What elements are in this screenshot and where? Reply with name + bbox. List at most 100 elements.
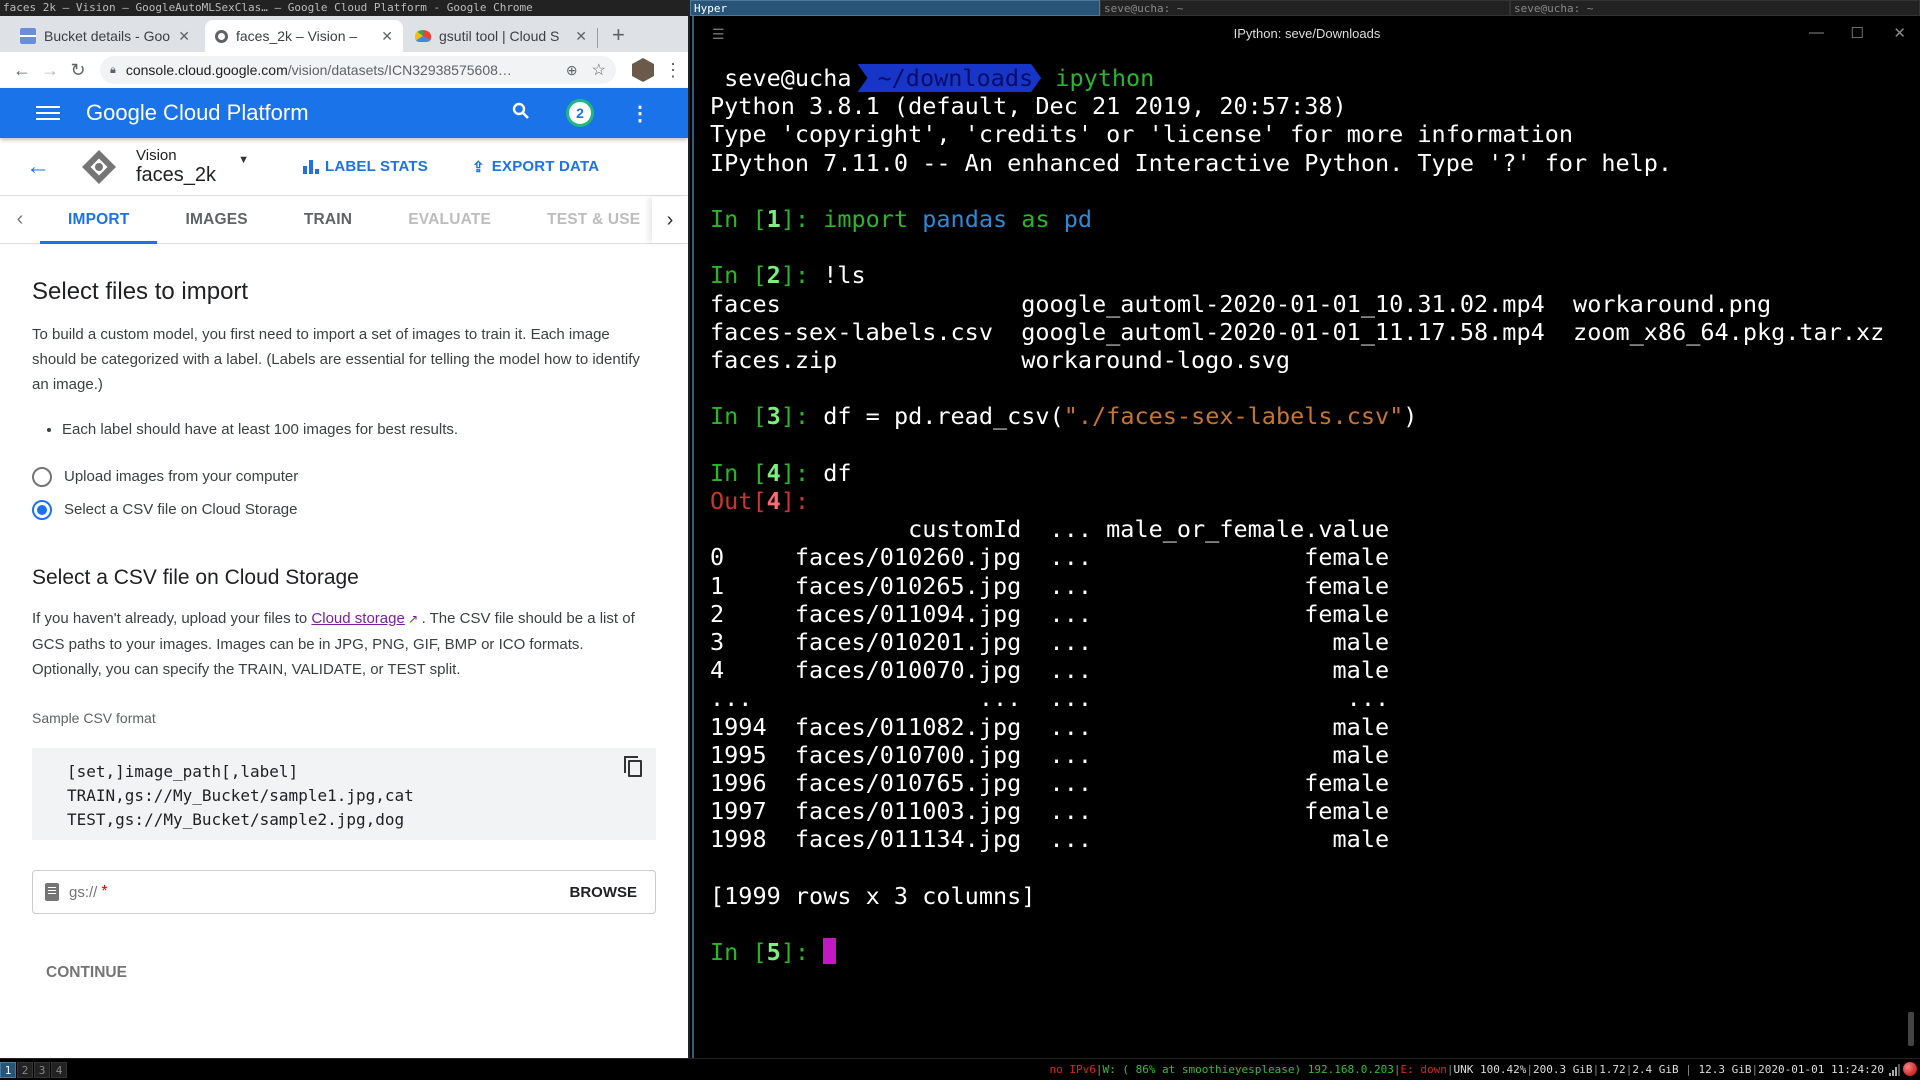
- label-stats-button[interactable]: LABEL STATS: [302, 158, 428, 175]
- minimize-icon[interactable]: —: [1809, 24, 1824, 41]
- dataset-tabs: ‹ IMPORT IMAGES TRAIN EVALUATE TEST & US…: [0, 196, 688, 244]
- terminal-scrollbar[interactable]: [1908, 1012, 1914, 1046]
- search-icon[interactable]: [512, 102, 536, 125]
- workspace-1[interactable]: 1: [0, 1062, 16, 1078]
- label-guidance-bullet: Each label should have at least 100 imag…: [62, 421, 656, 438]
- import-source-radio-group: Upload images from your computer Select …: [32, 460, 656, 526]
- terminal-cursor: [823, 938, 837, 965]
- dataset-bar: ← Vision faces_2k ▼ LABEL STATS ⇪ EXPORT…: [0, 138, 688, 196]
- workspace-3[interactable]: 3: [34, 1062, 50, 1078]
- workspace-2[interactable]: 2: [17, 1062, 33, 1078]
- wm-tab-bar: Hyper seve@ucha: ~ seve@ucha: ~: [690, 0, 1920, 16]
- dataframe-output: customId ... male_or_female.value 0 faces…: [710, 515, 1920, 853]
- required-asterisk: *: [101, 883, 108, 900]
- chrome-window: Bucket details - Goo ✕ faces_2k – Vision…: [0, 16, 690, 1058]
- export-data-button[interactable]: ⇪ EXPORT DATA: [472, 158, 599, 176]
- document-icon: [45, 883, 59, 901]
- chrome-window-title: faces 2k — Vision — GoogleAutoMLSexClas……: [0, 0, 690, 16]
- browse-button[interactable]: BROWSE: [570, 884, 638, 901]
- copy-icon[interactable]: [624, 756, 642, 777]
- wm-tab-terminal-3[interactable]: seve@ucha: ~: [1510, 0, 1920, 16]
- close-tab-icon[interactable]: ✕: [178, 28, 190, 45]
- i3-status-bar: 1234 no IPv6|W: ( 86% at smoothieyesplea…: [0, 1058, 1920, 1080]
- import-heading: Select files to import: [32, 278, 249, 305]
- maximize-icon[interactable]: ☐: [1851, 24, 1864, 42]
- dataframe-row: ... ... ... ...: [710, 684, 1390, 713]
- browser-tab-faces-2k[interactable]: faces_2k – Vision – ✕: [205, 20, 403, 52]
- tab-import[interactable]: IMPORT: [40, 196, 158, 244]
- tab-images[interactable]: IMAGES: [157, 196, 275, 244]
- gcp-title[interactable]: Google Cloud Platform: [86, 100, 309, 126]
- tray-status-icon[interactable]: [1903, 1062, 1917, 1076]
- dataframe-row: 1997 faces/011003.jpg ... female: [710, 797, 1390, 826]
- terminal-output[interactable]: seve@ucha ~/downloads ipython Python 3.8.1…: [694, 52, 1920, 967]
- dataframe-row: 1995 faces/010700.jpg ... male: [710, 740, 1390, 769]
- tabs-scroll-left-icon[interactable]: ‹: [0, 208, 40, 231]
- profile-avatar[interactable]: [632, 58, 654, 82]
- tab-train[interactable]: TRAIN: [276, 196, 380, 244]
- address-bar[interactable]: 🔒︎ console.cloud.google.com/vision/datas…: [100, 56, 616, 84]
- dataset-dropdown-icon[interactable]: ▼: [238, 154, 249, 166]
- import-description: To build a custom model, you first need …: [32, 326, 640, 393]
- more-options-icon[interactable]: ⋮: [630, 101, 650, 126]
- ls-row: faces google_automl-2020-01-01_10.31.02.…: [710, 289, 1772, 318]
- prompt-directory: ~/downloads: [858, 64, 1042, 92]
- close-window-icon[interactable]: ✕: [1893, 24, 1906, 42]
- radio-unchecked-icon: [32, 466, 52, 487]
- import-content: Select files to import To build a custom…: [0, 278, 688, 982]
- dataframe-row: 4 faces/010070.jpg ... male: [710, 656, 1390, 685]
- dataframe-row: 0 faces/010260.jpg ... female: [710, 543, 1390, 572]
- new-tab-button[interactable]: +: [612, 22, 625, 48]
- browser-tab-bucket-details[interactable]: Bucket details - Goo ✕: [10, 20, 200, 52]
- dataframe-row: 2 faces/011094.jpg ... female: [710, 599, 1390, 628]
- close-tab-icon[interactable]: ✕: [575, 28, 587, 45]
- google-cloud-favicon-icon: [415, 30, 431, 42]
- close-tab-icon[interactable]: ✕: [381, 28, 393, 45]
- signal-strength-icon: [1889, 1064, 1900, 1076]
- ls-output: faces google_automl-2020-01-01_10.31.02.…: [710, 290, 1920, 375]
- reload-icon[interactable]: ↻: [64, 60, 92, 81]
- external-link-icon: ↗: [404, 612, 422, 626]
- dataset-selector[interactable]: Vision faces_2k: [136, 147, 216, 187]
- system-status: no IPv6|W: ( 86% at smoothieyesplease) 1…: [1049, 1063, 1884, 1076]
- continue-button[interactable]: CONTINUE: [46, 964, 656, 982]
- workspace-4[interactable]: 4: [51, 1062, 67, 1078]
- chrome-menu-icon[interactable]: ⋮: [664, 60, 682, 81]
- radio-checked-icon: [32, 499, 52, 520]
- workspace-switcher: 1234: [0, 1062, 68, 1078]
- browser-tab-gsutil[interactable]: gsutil tool | Cloud S ✕: [405, 20, 597, 52]
- back-icon[interactable]: ←: [8, 60, 36, 81]
- forward-icon[interactable]: →: [36, 60, 64, 81]
- terminal-title: IPython: seve/Downloads: [1233, 26, 1381, 41]
- notifications-badge[interactable]: 2: [566, 99, 594, 127]
- hyper-terminal-window: ☰ IPython: seve/Downloads — ☐ ✕ seve@uch…: [692, 16, 1920, 1058]
- tab-test-and-use[interactable]: TEST & USE: [519, 196, 668, 244]
- bookmark-star-icon[interactable]: ☆: [592, 60, 606, 80]
- gcs-path-input[interactable]: gs://* BROWSE: [32, 870, 656, 914]
- terminal-titlebar: ☰ IPython: seve/Downloads — ☐ ✕: [694, 16, 1920, 52]
- upload-icon: ⇪: [472, 158, 485, 176]
- wm-tab-hyper[interactable]: Hyper: [690, 0, 1100, 16]
- sample-csv-code: [set,]image_path[,label] TRAIN,gs://My_B…: [32, 748, 656, 840]
- back-arrow-icon[interactable]: ←: [26, 153, 56, 181]
- csv-description: If you haven't already, upload your file…: [32, 610, 635, 678]
- gcp-header: Google Cloud Platform 2 ⋮: [0, 88, 688, 138]
- hamburger-menu-icon[interactable]: [36, 102, 60, 124]
- tab-evaluate[interactable]: EVALUATE: [380, 196, 519, 244]
- ls-row: faces.zip workaround-logo.svg: [710, 346, 1574, 375]
- dataframe-row: 3 faces/010201.jpg ... male: [710, 628, 1390, 657]
- tabs-scroll-right-icon[interactable]: ›: [652, 196, 688, 243]
- zoom-icon[interactable]: ⊕: [566, 62, 578, 79]
- wm-tab-terminal-2[interactable]: seve@ucha: ~: [1100, 0, 1510, 16]
- dataframe-header: customId ... male_or_female.value: [710, 515, 1390, 544]
- dataframe-shape: [1999 rows x 3 columns]: [710, 881, 1036, 910]
- radio-csv-cloud-storage[interactable]: Select a CSV file on Cloud Storage: [32, 493, 656, 526]
- cloud-storage-link[interactable]: Cloud storage: [311, 610, 404, 627]
- vision-logo-icon: [82, 149, 116, 184]
- radio-upload-from-computer[interactable]: Upload images from your computer: [32, 460, 656, 493]
- dataframe-row: 1 faces/010265.jpg ... female: [710, 571, 1390, 600]
- csv-heading: Select a CSV file on Cloud Storage: [32, 566, 359, 589]
- storage-favicon-icon: [20, 28, 36, 44]
- dataframe-row: 1996 faces/010765.jpg ... female: [710, 769, 1390, 798]
- browser-toolbar: ← → ↻ 🔒︎ console.cloud.google.com/vision…: [0, 52, 688, 88]
